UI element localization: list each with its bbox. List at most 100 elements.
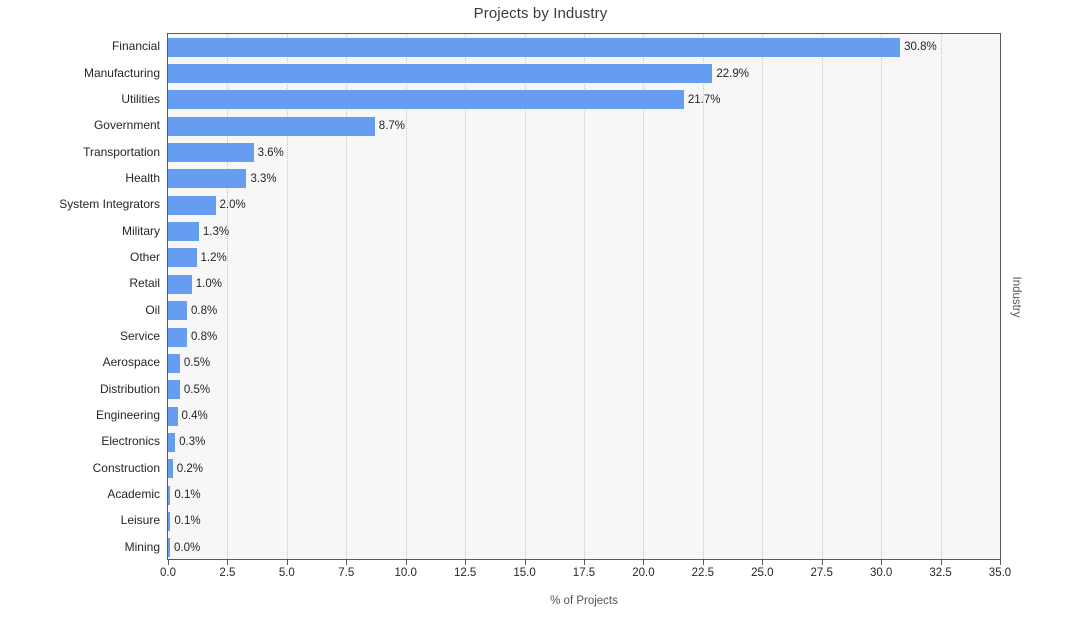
bar-row[interactable]: 0.8% [168,301,1000,321]
x-axis-tick-mark [465,560,467,565]
y-axis-tick-label: System Integrators [59,197,160,212]
bar[interactable] [168,406,178,426]
bar[interactable] [168,380,180,400]
gridline [821,34,823,559]
bar[interactable] [168,37,901,57]
y-axis-tick-label: Academic [107,487,160,502]
x-axis-tick-label: 10.0 [394,567,417,579]
bar[interactable] [168,143,254,163]
x-axis-tick-mark [762,560,764,565]
y-axis-tick-label: Distribution [99,381,160,396]
y-axis-tick-label: Aerospace [102,355,160,370]
bar-row[interactable]: 1.3% [168,222,1000,242]
bar-row[interactable]: 3.3% [168,169,1000,189]
y-axis-tick-label: Retail [129,276,160,291]
bar[interactable] [168,195,216,215]
bar[interactable] [168,432,176,452]
bar-value-label: 1.2% [200,251,227,264]
y-axis-tick-label: Government [93,118,160,133]
x-axis-tick-label: 12.5 [453,567,477,579]
x-axis-tick-label: 22.5 [691,567,715,579]
x-axis-tick-mark [524,560,526,565]
bar[interactable] [168,248,197,268]
bar-value-label: 0.0% [174,541,201,554]
bar-value-label: 1.0% [195,278,222,291]
gridline [346,34,348,559]
gridline [584,34,585,559]
bar-value-label: 3.3% [250,172,277,185]
bar-value-label: 1.3% [202,225,230,238]
bar-row[interactable]: 1.0% [168,274,1000,294]
gridline [465,34,467,559]
x-axis-tick-label: 35.0 [988,567,1012,579]
x-axis-tick-mark [1000,560,1001,565]
y-axis-tick-label: Transportation [83,144,160,159]
chart-title: Projects by Industry [473,5,608,22]
bar-value-label: 0.5% [183,357,211,370]
bar-row[interactable]: 0.1% [168,485,1000,505]
gridline [643,34,645,559]
bar[interactable] [168,169,247,189]
bar-row[interactable]: 22.9% [168,64,1000,84]
bar-row[interactable]: 8.7% [168,116,1000,136]
x-axis-tick-label: 2.5 [219,567,236,579]
gridline [524,34,526,559]
y-axis-tick-label: Oil [145,302,160,317]
bar-row[interactable]: 0.4% [168,406,1000,426]
bar[interactable] [168,274,192,294]
x-axis-tick-label: 17.5 [572,567,596,579]
bar-row[interactable]: 0.1% [168,511,1000,531]
bar-value-label: 22.9% [716,67,749,80]
bar-row[interactable]: 0.5% [168,380,1000,400]
bar-row[interactable]: 0.8% [168,327,1000,347]
x-axis-tick-label: 32.5 [929,567,952,579]
bar[interactable] [168,64,713,84]
x-axis-tick-label: 25.0 [751,567,774,579]
x-axis-tick-mark [346,560,348,565]
bar-value-label: 0.8% [191,331,218,344]
bar-value-label: 3.6% [257,146,284,159]
x-axis-tick-mark [821,560,823,565]
bar-row[interactable]: 2.0% [168,195,1000,215]
bar-value-label: 0.1% [174,515,201,528]
bar-row[interactable]: 0.3% [168,432,1000,452]
gridline [405,34,407,559]
bar-row[interactable]: 0.2% [168,459,1000,479]
y-axis-tick-label: Health [125,170,160,185]
bar-row[interactable]: 30.8% [168,37,1000,57]
x-axis-tick-mark [227,560,229,565]
y-axis-title: Industry [1005,33,1027,560]
x-axis-tick-label: 20.0 [632,567,655,579]
bar[interactable] [168,222,199,242]
x-axis-tick-mark [643,560,645,565]
bar-value-label: 2.0% [219,199,246,212]
y-axis-tick-label: Manufacturing [83,65,160,80]
bar-row[interactable]: 3.6% [168,143,1000,163]
gridline [286,34,288,559]
x-axis-tick-label: 0.0 [160,567,176,579]
x-axis-tick-label: 15.0 [513,567,536,579]
bar[interactable] [168,116,375,136]
y-axis-tick-label: Service [119,329,160,344]
x-axis-tick-mark [881,560,883,565]
bar-value-label: 0.2% [176,462,203,475]
bar-row[interactable]: 0.5% [168,353,1000,373]
bar-value-label: 0.5% [183,383,211,396]
bar-row[interactable]: 1.2% [168,248,1000,268]
y-axis-tick-label: Financial [111,39,160,54]
x-axis-tick-mark [702,560,704,565]
gridline [762,34,764,559]
bar-row[interactable]: 21.7% [168,90,1000,110]
bar-value-label: 0.3% [179,436,206,449]
y-axis-category-labels: Financial Manufacturing Utilities Governmen… [0,33,167,560]
bar[interactable] [168,353,180,373]
bar[interactable] [168,327,188,347]
y-axis-tick-label: Utilities [121,91,160,106]
gridline [940,34,942,559]
y-axis-tick-label: Other [129,249,160,264]
x-axis-title: % of Projects [550,595,618,607]
bar[interactable] [168,301,188,321]
bar[interactable] [168,90,684,110]
x-axis-tick-label: 5.0 [278,567,295,579]
bar-row[interactable]: 0.0% [168,538,1000,558]
